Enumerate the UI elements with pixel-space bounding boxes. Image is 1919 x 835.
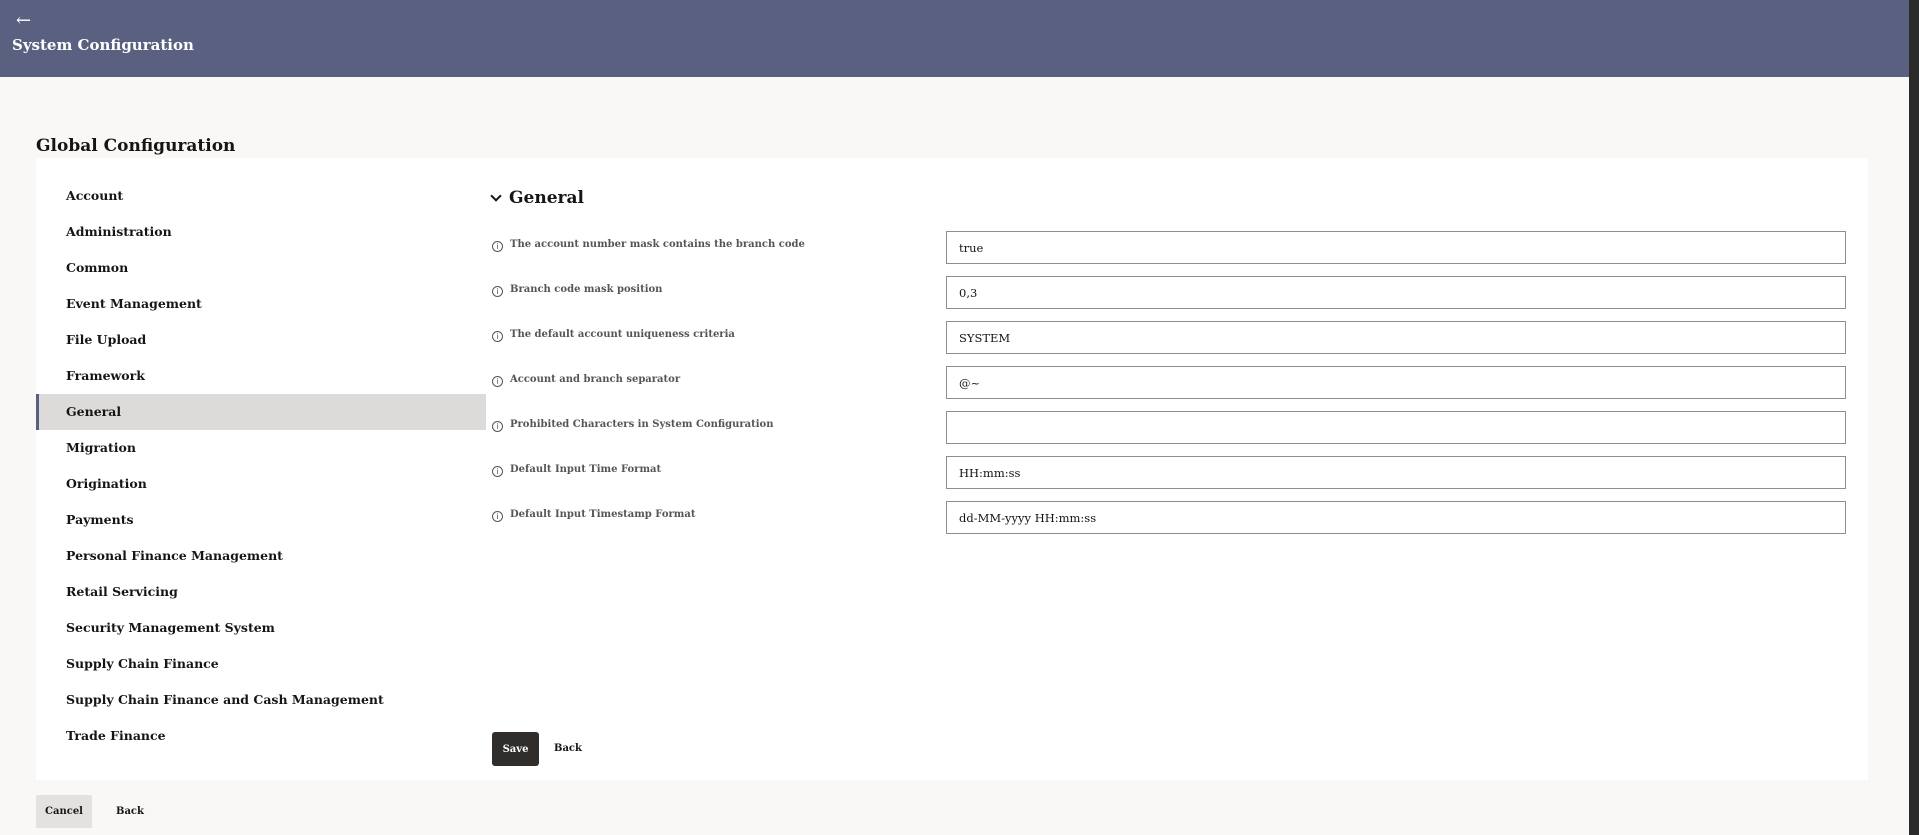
sidebar-item-framework[interactable]: Framework (36, 358, 486, 394)
sidebar-item-security-management-system[interactable]: Security Management System (36, 610, 486, 646)
sidebar-item-payments[interactable]: Payments (36, 502, 486, 538)
config-label: Default Input Time Format (510, 464, 662, 475)
sidebar-item-personal-finance-management[interactable]: Personal Finance Management (36, 538, 486, 574)
info-icon[interactable]: i (492, 421, 503, 432)
account-uniqueness-criteria-input[interactable] (946, 321, 1846, 354)
page-title: Global Configuration (36, 136, 236, 156)
config-row: i The account number mask contains the b… (492, 231, 1846, 276)
info-icon[interactable]: i (492, 376, 503, 387)
sidebar-item-event-management[interactable]: Event Management (36, 286, 486, 322)
cancel-button[interactable]: Cancel (36, 795, 92, 828)
app-header: ← System Configuration (0, 0, 1909, 77)
sidebar-item-administration[interactable]: Administration (36, 214, 486, 250)
config-label: Branch code mask position (510, 284, 663, 295)
account-mask-branch-code-input[interactable] (946, 231, 1846, 264)
section-title: General (509, 188, 584, 208)
sidebar-item-retail-servicing[interactable]: Retail Servicing (36, 574, 486, 610)
window-edge (1909, 0, 1919, 835)
config-fields: i The account number mask contains the b… (492, 231, 1846, 546)
config-label: Account and branch separator (510, 374, 681, 385)
info-icon[interactable]: i (492, 466, 503, 477)
section-toggle-general[interactable]: General (490, 188, 584, 208)
sidebar-item-trade-finance[interactable]: Trade Finance (36, 718, 486, 754)
info-icon[interactable]: i (492, 286, 503, 297)
sidebar-item-general[interactable]: General (36, 394, 486, 430)
prohibited-characters-input[interactable] (946, 411, 1846, 444)
config-row: i Branch code mask position (492, 276, 1846, 321)
sidebar-item-account[interactable]: Account (36, 178, 486, 214)
config-row: i Account and branch separator (492, 366, 1846, 411)
sidebar-item-migration[interactable]: Migration (36, 430, 486, 466)
back-arrow-icon[interactable]: ← (16, 11, 31, 31)
app-title: System Configuration (12, 36, 194, 54)
config-row: i The default account uniqueness criteri… (492, 321, 1846, 366)
info-icon[interactable]: i (492, 511, 503, 522)
back-button[interactable]: Back (554, 732, 582, 766)
config-row: i Default Input Timestamp Format (492, 501, 1846, 546)
info-icon[interactable]: i (492, 331, 503, 342)
config-label: The account number mask contains the bra… (510, 239, 805, 250)
info-icon[interactable]: i (492, 241, 503, 252)
config-row: i Prohibited Characters in System Config… (492, 411, 1846, 456)
sidebar-item-origination[interactable]: Origination (36, 466, 486, 502)
category-sidebar: Account Administration Common Event Mana… (36, 178, 486, 754)
config-label: Default Input Timestamp Format (510, 509, 696, 520)
config-label: Prohibited Characters in System Configur… (510, 419, 774, 430)
chevron-down-icon (490, 190, 502, 202)
footer-back-button[interactable]: Back (116, 795, 144, 828)
config-row: i Default Input Time Format (492, 456, 1846, 501)
sidebar-item-supply-chain-finance[interactable]: Supply Chain Finance (36, 646, 486, 682)
default-timestamp-format-input[interactable] (946, 501, 1846, 534)
sidebar-item-file-upload[interactable]: File Upload (36, 322, 486, 358)
config-label: The default account uniqueness criteria (510, 329, 735, 340)
sidebar-item-common[interactable]: Common (36, 250, 486, 286)
config-card: Account Administration Common Event Mana… (36, 158, 1868, 780)
account-branch-separator-input[interactable] (946, 366, 1846, 399)
branch-code-mask-position-input[interactable] (946, 276, 1846, 309)
default-time-format-input[interactable] (946, 456, 1846, 489)
sidebar-item-supply-chain-finance-cash-management[interactable]: Supply Chain Finance and Cash Management (36, 682, 486, 718)
save-button[interactable]: Save (492, 732, 539, 766)
